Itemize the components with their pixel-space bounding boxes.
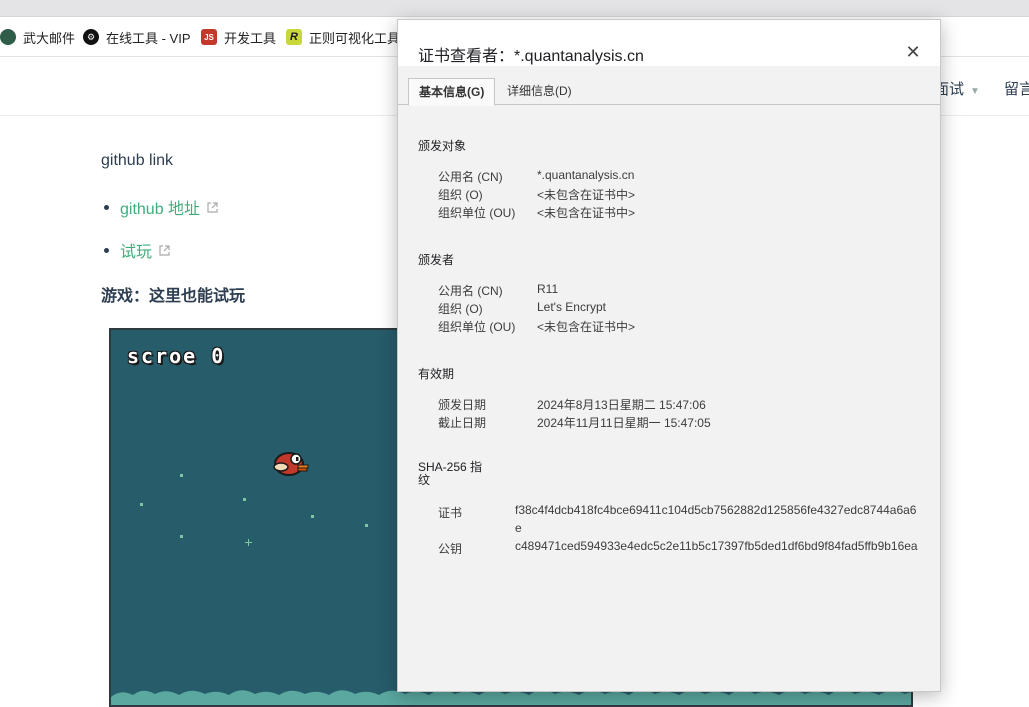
star-decoration xyxy=(180,535,183,538)
bookmark-online-tools[interactable]: ⚙ 在线工具 - VIP xyxy=(83,28,191,46)
list-item-try-link[interactable]: 试玩 xyxy=(104,238,170,262)
certificate-viewer-dialog: 证书查看者：*.quantanalysis.cn ✕ 基本信息(G) 详细信息(… xyxy=(397,19,941,692)
github-link[interactable]: github 地址 xyxy=(120,195,200,219)
game-score: scroe 0 xyxy=(127,344,225,368)
star-decoration xyxy=(311,515,314,518)
field-label: 组织单位 (OU) xyxy=(438,206,516,220)
star-decoration xyxy=(140,503,143,506)
section-validity-title: 有效期 xyxy=(418,367,455,381)
bookmark-regex-tool[interactable]: R 正则可视化工具 xyxy=(286,28,400,46)
field-label: 颁发日期 xyxy=(438,398,487,412)
js-icon: JS xyxy=(201,29,217,45)
field-value: Let's Encrypt xyxy=(537,300,606,314)
dialog-title: 证书查看者：*.quantanalysis.cn xyxy=(418,48,644,65)
section-fingerprints-title: SHA-256 指 纹 xyxy=(418,461,482,487)
list-item-github-link[interactable]: github 地址 xyxy=(104,195,218,219)
field-label: 组织 (O) xyxy=(438,302,483,316)
field-label: 公用名 (CN) xyxy=(438,170,503,184)
close-icon[interactable]: ✕ xyxy=(903,42,923,62)
public-key-fingerprint-value: c489471ced594933e4edc5c2e11b5c17397fb5de… xyxy=(515,539,918,553)
regex-icon: R xyxy=(286,29,302,45)
field-value: <未包含在证书中> xyxy=(537,320,636,334)
bookmark-dev-tools[interactable]: JS 开发工具 xyxy=(201,28,276,46)
field-value: <未包含在证书中> xyxy=(537,188,636,202)
field-label: 组织 (O) xyxy=(438,188,483,202)
external-link-icon xyxy=(159,244,170,256)
section-issued-to-title: 颁发对象 xyxy=(418,139,467,153)
bookmark-label: 正则可视化工具 xyxy=(309,30,401,46)
try-link[interactable]: 试玩 xyxy=(120,238,152,262)
star-decoration xyxy=(365,524,368,527)
bird-sprite xyxy=(273,452,309,476)
star-decoration xyxy=(245,539,252,546)
certificate-fingerprint-value: f38c4f4dcb418fc4bce69411c104d5cb7562882d… xyxy=(515,503,917,535)
bookmark-label: 武大邮件 xyxy=(23,30,76,46)
star-decoration xyxy=(180,474,183,477)
bullet xyxy=(104,204,109,210)
section-issued-by-title: 颁发者 xyxy=(418,253,455,267)
browser-tab-strip xyxy=(0,0,1029,17)
fingerprint-title-line: 纹 xyxy=(418,473,431,487)
chevron-down-icon: ▼ xyxy=(970,86,980,97)
dialog-header: 证书查看者：*.quantanalysis.cn ✕ xyxy=(398,20,940,66)
external-link-icon xyxy=(207,201,218,213)
field-label: 截止日期 xyxy=(438,416,487,430)
tab-details[interactable]: 详细信息(D) xyxy=(497,78,582,105)
star-decoration xyxy=(243,498,246,501)
bookmark-label: 开发工具 xyxy=(224,30,277,46)
field-label: 公钥 xyxy=(438,542,463,556)
section-heading-game: 游戏：这里也能试玩 xyxy=(101,288,246,305)
nav-item-label: 留言 xyxy=(1004,81,1029,98)
score-label: scroe xyxy=(127,344,198,368)
field-label: 公用名 (CN) xyxy=(438,284,503,298)
field-value: *.quantanalysis.cn xyxy=(537,168,635,182)
field-value: 2024年11月11日星期一 15:47:05 xyxy=(537,416,711,430)
field-value: <未包含在证书中> xyxy=(537,206,636,220)
nav-item-guestbook[interactable]: 留言 xyxy=(1004,78,1029,99)
field-value: 2024年8月13日星期二 15:47:06 xyxy=(537,398,706,412)
field-label: 证书 xyxy=(438,506,463,520)
tab-general[interactable]: 基本信息(G) xyxy=(408,78,496,106)
bookmark-label: 在线工具 - VIP xyxy=(106,30,191,46)
field-value: R11 xyxy=(537,282,559,296)
gear-icon: ⚙ xyxy=(83,29,99,45)
bullet xyxy=(104,247,109,253)
bookmark-whu-mail[interactable]: 武大邮件 xyxy=(0,28,75,46)
field-label: 组织单位 (OU) xyxy=(438,320,516,334)
section-heading-github: github link xyxy=(101,152,174,169)
whu-icon xyxy=(0,29,16,45)
score-value: 0 xyxy=(211,344,226,368)
dialog-tabs: 基本信息(G) 详细信息(D) xyxy=(398,78,940,106)
